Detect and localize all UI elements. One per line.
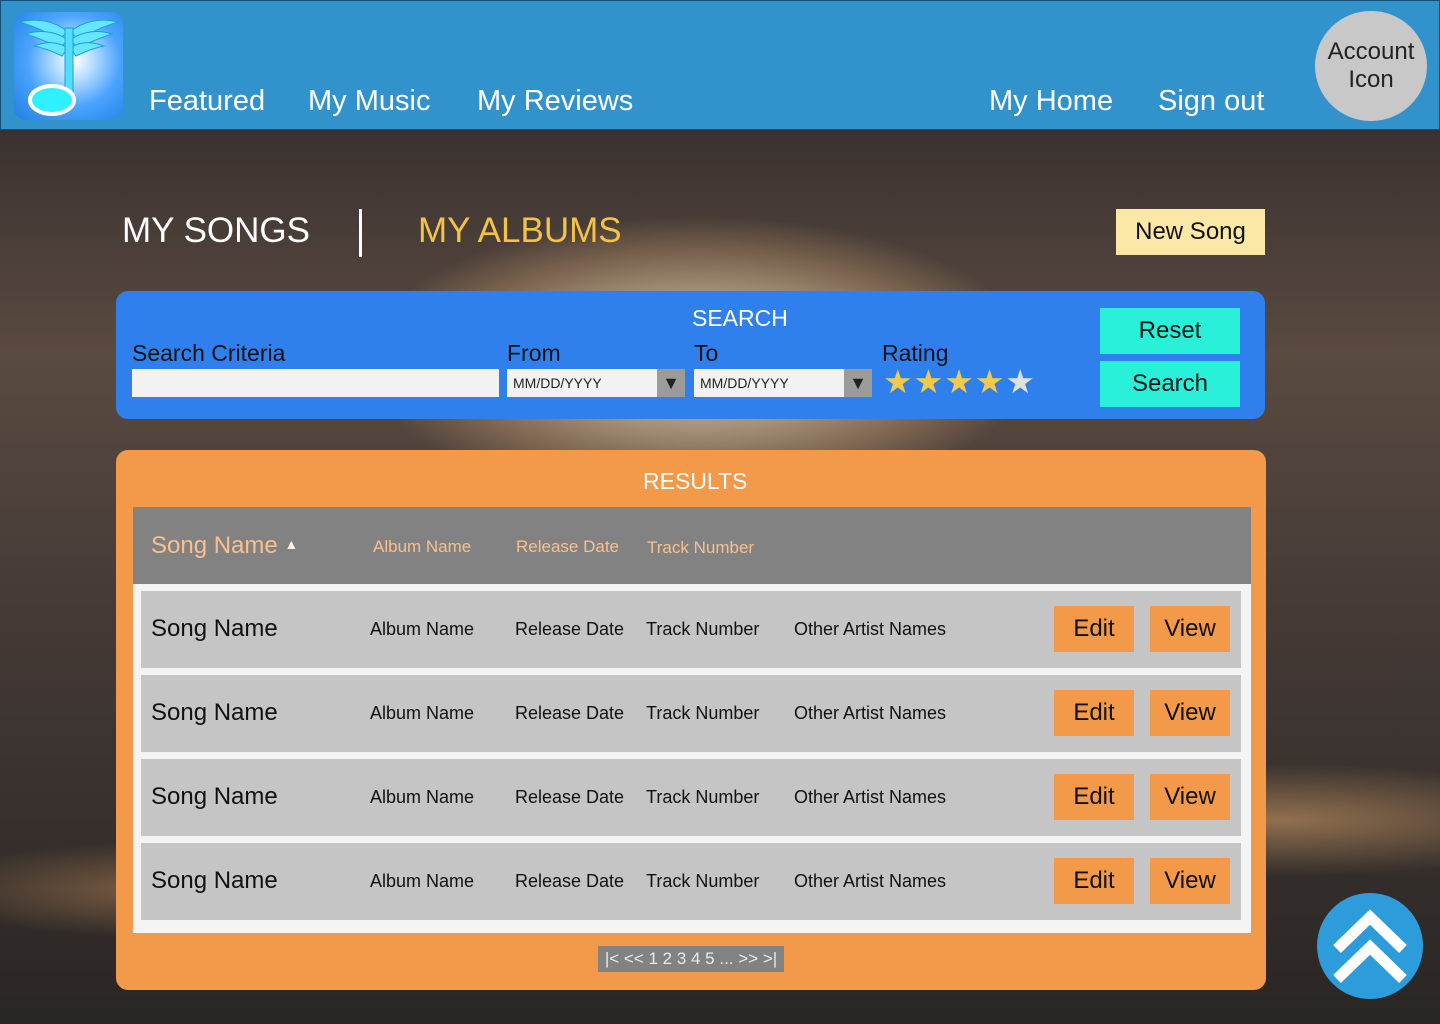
star-filled-icon[interactable]: ★ bbox=[975, 365, 1005, 398]
row-song-name: Song Name bbox=[151, 615, 278, 642]
row-song-name: Song Name bbox=[151, 699, 278, 726]
star-filled-icon[interactable]: ★ bbox=[883, 365, 913, 398]
nav-sign-out-link[interactable]: Sign out bbox=[1158, 85, 1264, 118]
row-track-number: Track Number bbox=[646, 871, 760, 891]
row-album-name: Album Name bbox=[370, 871, 475, 891]
edit-button[interactable]: Edit bbox=[1054, 690, 1134, 736]
rating-stars[interactable]: ★ ★ ★ ★ ★ bbox=[883, 365, 1035, 398]
row-album-name: Album Name bbox=[370, 703, 475, 723]
view-button[interactable]: View bbox=[1150, 690, 1230, 736]
edit-button[interactable]: Edit bbox=[1054, 858, 1134, 904]
search-criteria-label: Search Criteria bbox=[132, 340, 286, 366]
account-icon-label: Account Icon bbox=[1327, 38, 1415, 93]
star-empty-icon[interactable]: ★ bbox=[1005, 365, 1035, 398]
new-song-button[interactable]: New Song bbox=[1116, 209, 1265, 255]
header-track-number[interactable]: Track Number bbox=[647, 538, 754, 558]
results-table: Song Name ▲ Album Name Release Date Trac… bbox=[133, 507, 1251, 933]
row-other-artists: Other Artist Names bbox=[794, 871, 947, 891]
row-track-number: Track Number bbox=[646, 703, 760, 723]
row-track-number: Track Number bbox=[646, 787, 760, 807]
nav-my-music-link[interactable]: My Music bbox=[308, 85, 430, 118]
row-other-artists: Other Artist Names bbox=[794, 619, 947, 639]
triangle-down-icon[interactable]: ▼ bbox=[844, 369, 872, 397]
results-panel: RESULTS Song Name ▲ Album Name Release D… bbox=[116, 450, 1266, 990]
row-release-date: Release Date bbox=[515, 619, 625, 639]
search-panel-title: SEARCH bbox=[692, 305, 788, 331]
edit-button[interactable]: Edit bbox=[1054, 774, 1134, 820]
row-album-name: Album Name bbox=[370, 787, 475, 807]
table-row: Song Name Album Name Release Date Track … bbox=[141, 759, 1241, 836]
to-date-select[interactable]: MM/DD/YYYY ▼ bbox=[694, 369, 872, 397]
search-button[interactable]: Search bbox=[1100, 361, 1240, 407]
row-release-date: Release Date bbox=[515, 703, 625, 723]
double-chevron-up-icon[interactable] bbox=[1317, 893, 1423, 999]
table-row: Song Name Album Name Release Date Track … bbox=[141, 843, 1241, 920]
to-date-label: To bbox=[694, 340, 719, 366]
header-song-name[interactable]: Song Name ▲ bbox=[151, 532, 298, 560]
header-album-name[interactable]: Album Name bbox=[373, 537, 471, 557]
triangle-down-icon[interactable]: ▼ bbox=[657, 369, 685, 397]
row-release-date: Release Date bbox=[515, 787, 625, 807]
tab-my-songs[interactable]: MY SONGS bbox=[122, 211, 310, 251]
star-filled-icon[interactable]: ★ bbox=[944, 365, 974, 398]
nav-featured-link[interactable]: Featured bbox=[149, 85, 265, 118]
row-album-name: Album Name bbox=[370, 619, 475, 639]
view-button[interactable]: View bbox=[1150, 858, 1230, 904]
table-header-row: Song Name ▲ Album Name Release Date Trac… bbox=[133, 507, 1251, 584]
from-date-placeholder: MM/DD/YYYY bbox=[513, 375, 602, 391]
account-avatar-icon[interactable]: Account Icon bbox=[1315, 11, 1427, 121]
header-song-name-label: Song Name bbox=[151, 532, 278, 559]
results-panel-title: RESULTS bbox=[643, 468, 748, 494]
header-release-date[interactable]: Release Date bbox=[516, 537, 619, 557]
edit-button[interactable]: Edit bbox=[1054, 606, 1134, 652]
nav-my-reviews-link[interactable]: My Reviews bbox=[477, 85, 633, 118]
table-row: Song Name Album Name Release Date Track … bbox=[141, 591, 1241, 668]
view-button[interactable]: View bbox=[1150, 774, 1230, 820]
from-date-select[interactable]: MM/DD/YYYY ▼ bbox=[507, 369, 685, 397]
star-filled-icon[interactable]: ★ bbox=[914, 365, 944, 398]
tab-my-albums[interactable]: MY ALBUMS bbox=[418, 211, 622, 251]
row-track-number: Track Number bbox=[646, 619, 760, 639]
row-other-artists: Other Artist Names bbox=[794, 703, 947, 723]
from-date-label: From bbox=[507, 340, 561, 366]
search-criteria-input[interactable] bbox=[132, 369, 499, 397]
row-song-name: Song Name bbox=[151, 867, 278, 894]
nav-my-home-link[interactable]: My Home bbox=[989, 85, 1113, 118]
pagination-control[interactable]: |< << 1 2 3 4 5 ... >> >| bbox=[598, 946, 784, 972]
tab-divider bbox=[359, 209, 362, 257]
table-row: Song Name Album Name Release Date Track … bbox=[141, 675, 1241, 752]
view-button[interactable]: View bbox=[1150, 606, 1230, 652]
reset-button[interactable]: Reset bbox=[1100, 308, 1240, 354]
row-song-name: Song Name bbox=[151, 783, 278, 810]
row-release-date: Release Date bbox=[515, 871, 625, 891]
row-other-artists: Other Artist Names bbox=[794, 787, 947, 807]
music-logo-icon[interactable] bbox=[14, 12, 123, 120]
top-nav-bar: Featured My Music My Reviews My Home Sig… bbox=[0, 0, 1440, 130]
sort-ascending-icon: ▲ bbox=[284, 536, 299, 552]
to-date-placeholder: MM/DD/YYYY bbox=[700, 375, 789, 391]
search-panel: SEARCH Search Criteria From MM/DD/YYYY ▼… bbox=[116, 291, 1265, 419]
